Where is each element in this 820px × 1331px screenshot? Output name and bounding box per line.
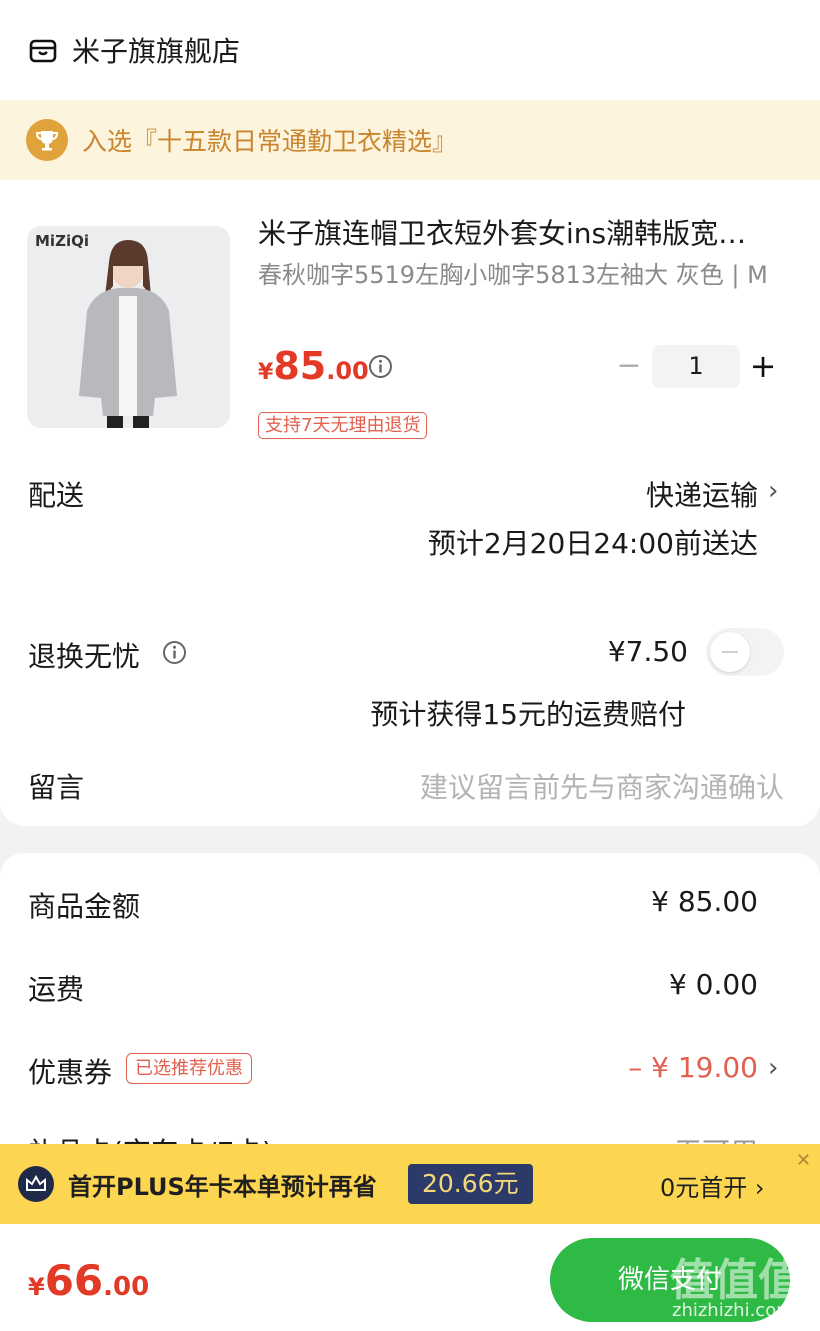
store-icon <box>29 39 57 63</box>
worry-free-label: 退换无忧 <box>28 640 141 673</box>
info-icon[interactable] <box>162 640 187 665</box>
product-title[interactable]: 米子旗连帽卫衣短外套女ins潮韩版宽… <box>258 212 788 252</box>
plus-open-link[interactable]: 0元首开 › <box>660 1168 765 1203</box>
award-banner[interactable]: 入选『十五款日常通勤卫衣精选』 <box>0 100 820 180</box>
quantity-decrease-button[interactable]: − <box>614 348 644 384</box>
worry-free-price: ¥7.50 <box>607 635 688 668</box>
shipping-value: ¥ 0.00 <box>668 968 758 1001</box>
worry-free-toggle[interactable] <box>706 628 784 676</box>
total-symbol: ¥ <box>28 1273 45 1301</box>
total-integer: 66 <box>44 1256 104 1305</box>
summary-card: 商品金额 ¥ 85.00 运费 ¥ 0.00 优惠券 已选推荐优惠 – ¥ 19… <box>0 853 820 1169</box>
store-header[interactable]: 米子旗旗舰店 <box>0 0 820 100</box>
plus-crown-icon <box>18 1166 54 1202</box>
quantity-input[interactable]: 1 <box>652 345 740 388</box>
plus-saving-amount: 20.66元 <box>408 1164 533 1204</box>
price-symbol: ¥ <box>258 360 274 385</box>
store-name: 米子旗旗舰店 <box>72 35 241 68</box>
product-price: ¥85.00 <box>258 344 369 388</box>
order-card: MiZiQi 米子旗连帽卫衣短外套女ins潮韩版宽… 春秋咖字5519左胸小咖字… <box>0 180 820 826</box>
watermark-url: zhizhizhi.com <box>672 1300 794 1321</box>
delivery-eta: 预计2月20日24:00前送达 <box>427 527 758 560</box>
chevron-right-icon[interactable]: › <box>768 1053 778 1083</box>
goods-amount-label: 商品金额 <box>28 890 141 923</box>
product-image[interactable]: MiZiQi <box>27 226 230 428</box>
goods-amount-value: ¥ 85.00 <box>651 885 758 918</box>
close-icon[interactable]: ✕ <box>796 1150 811 1171</box>
toggle-knob <box>710 632 750 672</box>
price-integer: 85 <box>273 344 327 388</box>
coupon-value[interactable]: – ¥ 19.00 <box>628 1051 758 1084</box>
coupon-badge: 已选推荐优惠 <box>126 1053 252 1084</box>
plus-banner[interactable]: 首开PLUS年卡本单预计再省 20.66元 0元首开 › ✕ <box>0 1144 820 1224</box>
worry-free-compensation: 预计获得15元的运费赔付 <box>370 698 686 731</box>
total-price: ¥66.00 <box>28 1256 149 1305</box>
delivery-method[interactable]: 快递运输 <box>646 474 758 514</box>
model-illustration <box>79 240 177 428</box>
product-spec[interactable]: 春秋咖字5519左胸小咖字5813左袖大 灰色 | M <box>258 258 778 292</box>
shipping-label: 运费 <box>28 973 85 1006</box>
plus-text: 首开PLUS年卡本单预计再省 <box>68 1173 377 1201</box>
coupon-label: 优惠券 <box>28 1056 113 1089</box>
price-decimal: .00 <box>326 357 369 385</box>
quantity-increase-button[interactable]: + <box>746 348 780 384</box>
chevron-right-icon[interactable]: › <box>768 476 778 506</box>
remark-label: 留言 <box>28 771 85 804</box>
trophy-icon <box>26 119 68 161</box>
price-info-icon[interactable] <box>368 354 393 379</box>
return-policy-badge: 支持7天无理由退货 <box>258 412 428 439</box>
delivery-label: 配送 <box>28 479 85 512</box>
award-text: 入选『十五款日常通勤卫衣精选』 <box>82 127 458 156</box>
watermark: 值值值 <box>670 1255 802 1306</box>
total-decimal: .00 <box>103 1272 150 1302</box>
remark-input[interactable]: 建议留言前先与商家沟通确认 <box>420 766 784 806</box>
